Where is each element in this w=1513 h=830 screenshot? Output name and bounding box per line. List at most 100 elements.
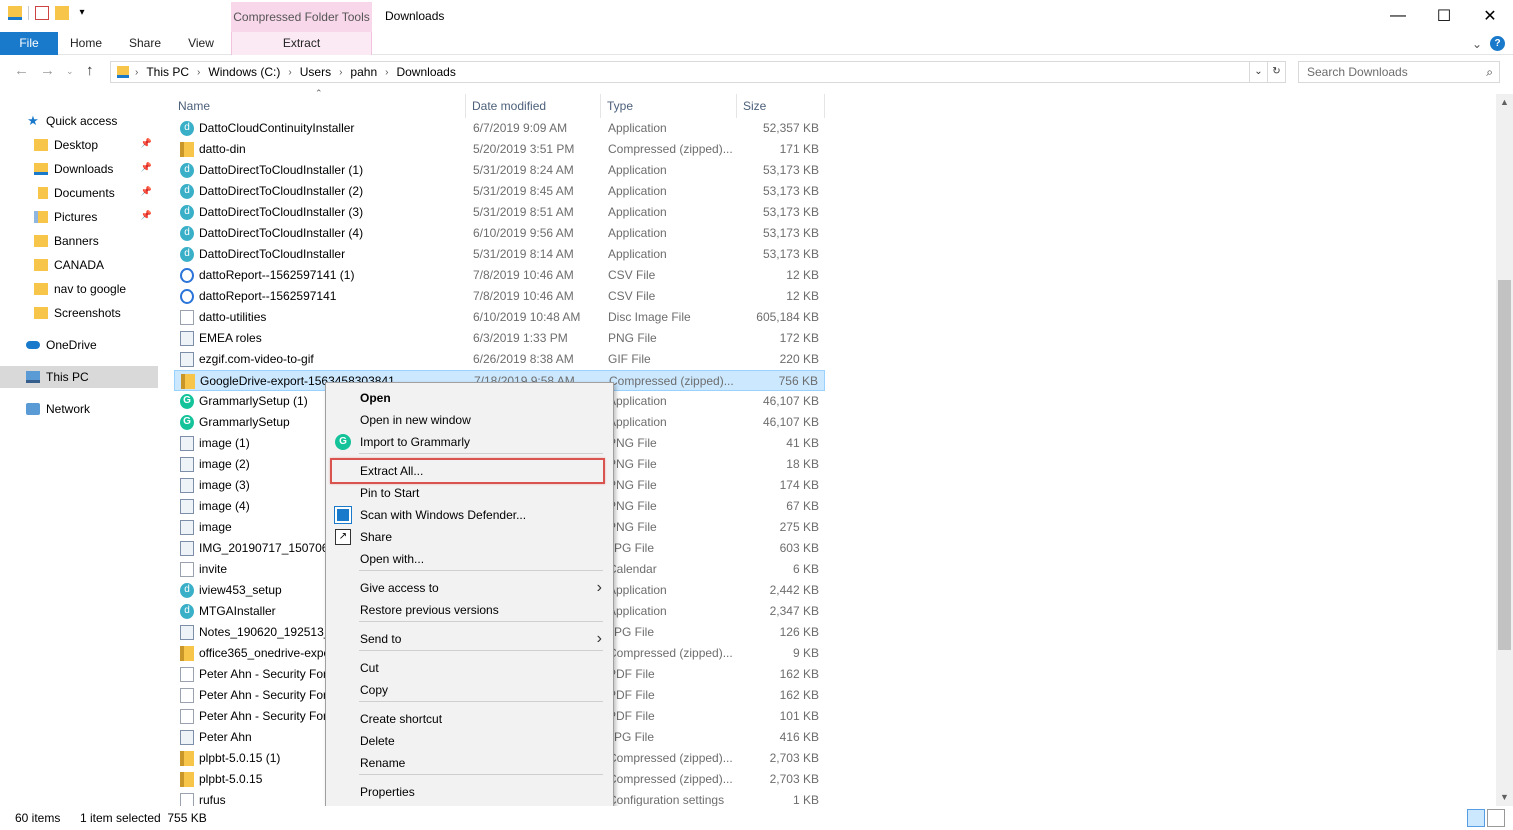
menu-item-give-access-to[interactable]: Give access to › — [329, 577, 610, 599]
breadcrumb-users[interactable]: Users — [296, 65, 335, 79]
sidebar-item-pictures[interactable]: Pictures 📌 — [0, 206, 158, 228]
chevron-right-icon[interactable]: › — [284, 67, 295, 78]
menu-item-cut[interactable]: Cut — [329, 657, 610, 679]
menu-item-open-with[interactable]: Open with... — [329, 548, 610, 570]
sidebar-item-screenshots[interactable]: Screenshots — [0, 302, 158, 324]
address-bar[interactable]: › This PC › Windows (C:) › Users › pahn … — [110, 61, 1286, 83]
menu-item-restore-previous-versions[interactable]: Restore previous versions — [329, 599, 610, 621]
large-icons-view-icon[interactable] — [1487, 809, 1505, 827]
sidebar-item-desktop[interactable]: Desktop 📌 — [0, 134, 158, 156]
address-dropdown-icon[interactable]: ⌄ — [1249, 62, 1267, 82]
pin-icon[interactable]: 📌 — [141, 162, 152, 173]
back-arrow-icon[interactable]: ← — [14, 62, 29, 79]
menu-item-label: Create shortcut — [360, 712, 443, 726]
table-row[interactable]: dattoReport--1562597141 (1) 7/8/2019 10:4… — [174, 265, 825, 286]
file-size: 2,703 KB — [769, 772, 819, 786]
tab-file[interactable]: File — [0, 32, 58, 55]
sidebar-item-documents[interactable]: Documents 📌 — [0, 182, 158, 204]
file-size: 162 KB — [779, 688, 819, 702]
breadcrumb-windows-c[interactable]: Windows (C:) — [204, 65, 284, 79]
new-folder-icon[interactable] — [55, 6, 69, 20]
tab-share[interactable]: Share — [122, 32, 168, 55]
table-row[interactable]: datto-din 5/20/2019 3:51 PM Compressed (zi… — [174, 139, 825, 160]
chevron-right-icon[interactable]: › — [381, 67, 392, 78]
table-row[interactable]: d DattoDirectToCloudInstaller (1) 5/31/201… — [174, 160, 825, 181]
sidebar-item-quick-access[interactable]: ★ Quick access — [0, 110, 158, 132]
menu-item-rename[interactable]: Rename — [329, 752, 610, 774]
ribbon-controls: ⌄ ? — [1472, 36, 1505, 51]
menu-item-share[interactable]: ↗ Share — [329, 526, 610, 548]
scroll-up-icon[interactable]: ▲ — [1496, 94, 1513, 111]
menu-item-copy[interactable]: Copy — [329, 679, 610, 701]
chevron-right-icon[interactable]: › — [335, 67, 346, 78]
file-size: 46,107 KB — [762, 415, 819, 429]
pin-icon[interactable]: 📌 — [141, 186, 152, 197]
folder-down-icon[interactable] — [8, 6, 22, 20]
file-date: 5/31/2019 8:14 AM — [473, 247, 574, 261]
pin-icon[interactable]: 📌 — [141, 138, 152, 149]
application-icon: d — [180, 604, 194, 619]
table-row[interactable]: d DattoDirectToCloudInstaller 5/31/2019 8:… — [174, 244, 825, 265]
scroll-down-icon[interactable]: ▼ — [1496, 789, 1513, 806]
maximize-button[interactable]: ☐ — [1421, 0, 1467, 32]
column-header-date[interactable]: Date modified — [466, 94, 601, 118]
sidebar-item-onedrive[interactable]: OneDrive — [0, 334, 158, 356]
menu-item-delete[interactable]: Delete — [329, 730, 610, 752]
file-type: CSV File — [608, 289, 656, 303]
menu-item-import-to-grammarly[interactable]: G Import to Grammarly — [329, 431, 610, 453]
menu-item-open-in-new-window[interactable]: Open in new window — [329, 409, 610, 431]
file-name: ezgif.com-video-to-gif — [199, 352, 314, 366]
sidebar-item-this-pc[interactable]: This PC — [0, 366, 158, 388]
menu-item-properties[interactable]: Properties — [329, 781, 610, 803]
breadcrumb-this-pc[interactable]: This PC — [142, 65, 193, 79]
computer-icon — [26, 371, 40, 383]
menu-item-create-shortcut[interactable]: Create shortcut — [329, 708, 610, 730]
table-row[interactable]: d DattoDirectToCloudInstaller (3) 5/31/201… — [174, 202, 825, 223]
column-header-size[interactable]: Size — [737, 94, 825, 118]
refresh-icon[interactable]: ↻ — [1267, 62, 1285, 82]
sidebar-item-canada[interactable]: CANADA — [0, 254, 158, 276]
column-header-name[interactable]: Name — [172, 94, 466, 118]
folder-icon — [34, 139, 48, 151]
file-size: 53,173 KB — [762, 205, 819, 219]
table-row[interactable]: EMEA roles 6/3/2019 1:33 PM PNG File 172 KB — [174, 328, 825, 349]
sidebar-item-downloads[interactable]: Downloads 📌 — [0, 158, 158, 180]
vertical-scrollbar[interactable]: ▲ ▼ — [1496, 94, 1513, 806]
up-arrow-icon[interactable]: ↑ — [86, 62, 94, 79]
sidebar-item-network[interactable]: Network — [0, 398, 158, 420]
table-row[interactable]: d DattoDirectToCloudInstaller (2) 5/31/201… — [174, 181, 825, 202]
scroll-thumb[interactable] — [1498, 280, 1511, 650]
table-row[interactable]: d DattoCloudContinuityInstaller 6/7/2019 9… — [174, 118, 825, 139]
table-row[interactable]: dattoReport--1562597141 7/8/2019 10:46 AM… — [174, 286, 825, 307]
expand-ribbon-icon[interactable]: ⌄ — [1472, 37, 1482, 51]
column-header-type[interactable]: Type — [601, 94, 737, 118]
sidebar-item-banners[interactable]: Banners — [0, 230, 158, 252]
tab-view[interactable]: View — [180, 32, 222, 55]
breadcrumb-pahn[interactable]: pahn — [346, 65, 381, 79]
forward-arrow-icon[interactable]: → — [40, 62, 55, 79]
menu-item-scan-with-windows-defender[interactable]: Scan with Windows Defender... — [329, 504, 610, 526]
table-row[interactable]: ezgif.com-video-to-gif 6/26/2019 8:38 AM G… — [174, 349, 825, 370]
customize-qat-icon[interactable]: ▾ — [75, 6, 89, 20]
minimize-button[interactable]: — — [1375, 0, 1421, 32]
table-row[interactable]: datto-utilities 6/10/2019 10:48 AM Disc Im… — [174, 307, 825, 328]
details-view-icon[interactable] — [1467, 809, 1485, 827]
file-size: 171 KB — [779, 142, 819, 156]
tab-home[interactable]: Home — [62, 32, 110, 55]
menu-item-pin-to-start[interactable]: Pin to Start — [329, 482, 610, 504]
chevron-right-icon[interactable]: › — [131, 67, 142, 78]
properties-icon[interactable] — [35, 6, 49, 20]
recent-locations-icon[interactable]: ⌄ — [66, 66, 74, 77]
pin-icon[interactable]: 📌 — [141, 210, 152, 221]
help-icon[interactable]: ? — [1490, 36, 1505, 51]
search-input[interactable]: Search Downloads ⌕ — [1298, 61, 1500, 83]
breadcrumb-downloads[interactable]: Downloads — [392, 65, 459, 79]
grammarly-icon: G — [335, 434, 351, 450]
sidebar-item-nav-to-google[interactable]: nav to google — [0, 278, 158, 300]
tab-extract[interactable]: Extract — [231, 32, 372, 55]
menu-item-send-to[interactable]: Send to › — [329, 628, 610, 650]
menu-item-open[interactable]: Open — [329, 387, 610, 409]
close-button[interactable]: ✕ — [1467, 0, 1513, 32]
table-row[interactable]: d DattoDirectToCloudInstaller (4) 6/10/201… — [174, 223, 825, 244]
chevron-right-icon[interactable]: › — [193, 67, 204, 78]
